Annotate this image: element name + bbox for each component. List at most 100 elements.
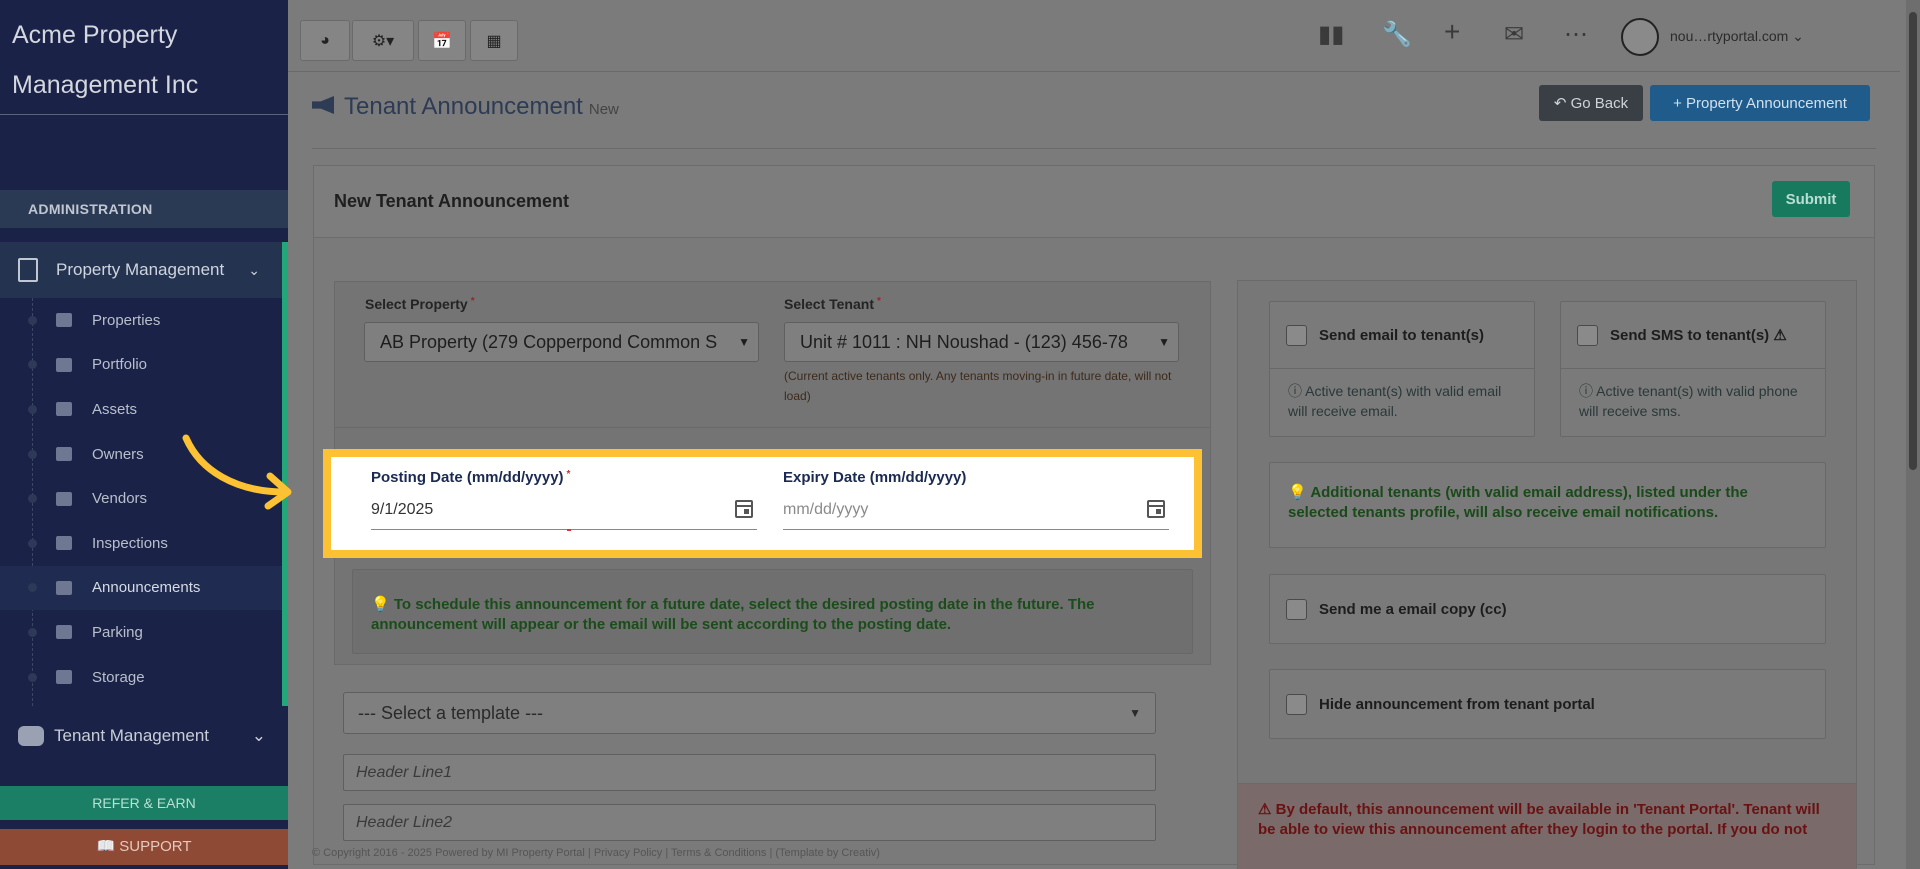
wrench-icon[interactable]: 🔧 [1382,20,1412,49]
users-icon [18,726,44,746]
submit-button[interactable]: Submit [1772,181,1850,217]
send-email-checkbox[interactable] [1286,324,1307,346]
user-icon [56,447,72,462]
card-title: New Tenant Announcement [334,191,570,211]
property-management-toggle[interactable]: Property Management ⌄ [0,242,288,298]
warning-icon: ⚠ [1258,801,1272,818]
support-label: SUPPORT [119,838,192,855]
expiry-date-input[interactable]: mm/dd/yyyy [783,490,1169,530]
info-icon: ⓘ [1288,383,1302,399]
send-email-label: Send email to tenant(s) [1319,326,1485,344]
hide-announcement-checkbox[interactable] [1286,693,1307,715]
template-select[interactable]: --- Select a template --- ▼ [343,692,1156,734]
magnifier-icon [56,536,72,551]
send-cc-checkbox[interactable] [1286,598,1307,620]
bullet-icon [28,315,37,325]
sidebar-item-parking[interactable]: Parking [0,610,282,655]
avatar[interactable] [1621,18,1659,56]
header-line1-input[interactable]: Header Line1 [343,754,1156,791]
sidebar-item-portfolio[interactable]: Portfolio [0,343,282,388]
go-back-button[interactable]: ↶ Go Back [1539,85,1643,121]
bar-chart-icon[interactable]: ▮▮ [1318,20,1344,49]
calendar-button[interactable]: 📅 [418,20,466,61]
sidebar-item-announcements[interactable]: Announcements [0,565,282,611]
posting-date-input[interactable]: 9/1/2025 [371,490,757,531]
sidebar-item-storage[interactable]: Storage [0,655,282,700]
sidebar-item-label: Storage [92,668,145,686]
bullet-icon [28,538,37,548]
go-back-label: Go Back [1570,94,1629,112]
calculator-icon: ▦ [486,32,502,50]
page-title: Tenant Announcement New [312,93,619,121]
building-icon [18,258,38,282]
sidebar-item-label: Owners [92,445,144,463]
header-line2-input[interactable]: Header Line2 [343,804,1156,841]
top-bar: ◕ ⚙▾ 📅 ▦ ▮▮ 🔧 + ✉ ⋯ nou…rtyportal.com ⌄ [288,0,1900,72]
property-label: Select Property * [365,296,475,312]
cc-option: Send me a email copy (cc) [1269,574,1826,644]
main-content: ◕ ⚙▾ 📅 ▦ ▮▮ 🔧 + ✉ ⋯ nou…rtyportal.com ⌄ … [288,0,1920,869]
refer-earn-button[interactable]: REFER & EARN [0,786,288,820]
tenant-hint: (Current active tenants only. Any tenant… [784,369,1172,403]
speedometer-icon: ◕ [320,31,330,49]
support-button[interactable]: 📖 SUPPORT [0,829,288,865]
undo-icon: ↶ [1553,95,1571,112]
page-subtitle: New [588,101,619,118]
schedule-note: To schedule this announcement for a futu… [371,596,1095,633]
hide-option: Hide announcement from tenant portal [1269,669,1826,739]
schedule-info: 💡 To schedule this announcement for a fu… [352,569,1193,654]
tenant-select[interactable]: Unit # 1011 : NH Noushad - (123) 456-78 ▼ [784,322,1179,362]
additional-note: 💡 Additional tenants (with valid email a… [1288,484,1748,521]
bullet-icon [28,404,37,414]
bullet-icon [28,627,37,637]
page-title-text: Tenant Announcement [344,93,583,120]
sms-note: ⓘ Active tenant(s) with valid phone will… [1579,383,1798,419]
chevron-down-icon: ⌄ [251,726,266,745]
bullet-icon [28,583,37,593]
sidebar-item-assets[interactable]: Assets [0,387,282,432]
property-announcement-button[interactable]: + Property Announcement [1650,85,1870,121]
sidebar-item-label: Assets [92,400,138,418]
send-sms-checkbox[interactable] [1577,324,1598,346]
expiry-date-label: Expiry Date (mm/dd/yyyy) [783,469,967,486]
briefcase-icon [56,491,72,506]
calendar-icon[interactable] [735,500,753,518]
posting-date-value: 9/1/2025 [371,501,434,518]
envelope-icon[interactable]: ✉ [1504,20,1524,49]
caret-down-icon: ▼ [1129,706,1141,720]
caret-down-icon: ▼ [1154,323,1170,361]
hide-announcement-label: Hide announcement from tenant portal [1319,695,1595,713]
sidebar-item-inspections[interactable]: Inspections [0,521,282,566]
dashboard-button[interactable]: ◕ [300,20,350,61]
property-select[interactable]: AB Property (279 Copperpond Common S ▼ [364,322,759,362]
car-icon [56,625,72,640]
calculator-button[interactable]: ▦ [470,20,518,61]
sidebar-item-label: Parking [92,623,143,641]
megaphone-icon [56,580,72,595]
megaphone-icon [312,96,334,114]
sidebar-item-label: Properties [92,311,161,329]
plus-icon[interactable]: + [1444,16,1460,48]
scroll-thumb[interactable] [1909,12,1917,470]
bullet-icon [28,449,37,459]
brand-name: Acme Property Management Inc [0,0,288,115]
bullet-icon [28,360,37,370]
user-email[interactable]: nou…rtyportal.com ⌄ [1670,28,1804,45]
more-icon[interactable]: ⋯ [1564,20,1588,49]
gear-icon: ⚙▾ [371,32,395,50]
sms-option-box: Send SMS to tenant(s) ⚠ ⓘ Active tenant(… [1560,301,1826,437]
validation-marker [567,529,571,531]
calendar-icon[interactable] [1147,500,1165,518]
bullet-icon [28,494,37,504]
archive-icon [56,402,72,417]
expiry-date-placeholder: mm/dd/yyyy [783,501,869,518]
tenant-management-toggle[interactable]: Tenant Management ⌄ [0,710,288,762]
footer: © Copyright 2016 - 2025 Powered by MI Pr… [312,847,880,859]
scrollbar[interactable] [1906,0,1920,869]
email-note: ⓘ Active tenant(s) with valid email will… [1288,383,1502,419]
portfolio-icon [56,357,72,372]
settings-dropdown-button[interactable]: ⚙▾ [352,20,414,61]
sidebar-item-properties[interactable]: Properties [0,298,282,343]
date-fields-highlight: Posting Date (mm/dd/yyyy) * 9/1/2025 Expi… [323,449,1202,558]
options-panel: Send email to tenant(s) ⓘ Active tenant(… [1237,280,1857,869]
